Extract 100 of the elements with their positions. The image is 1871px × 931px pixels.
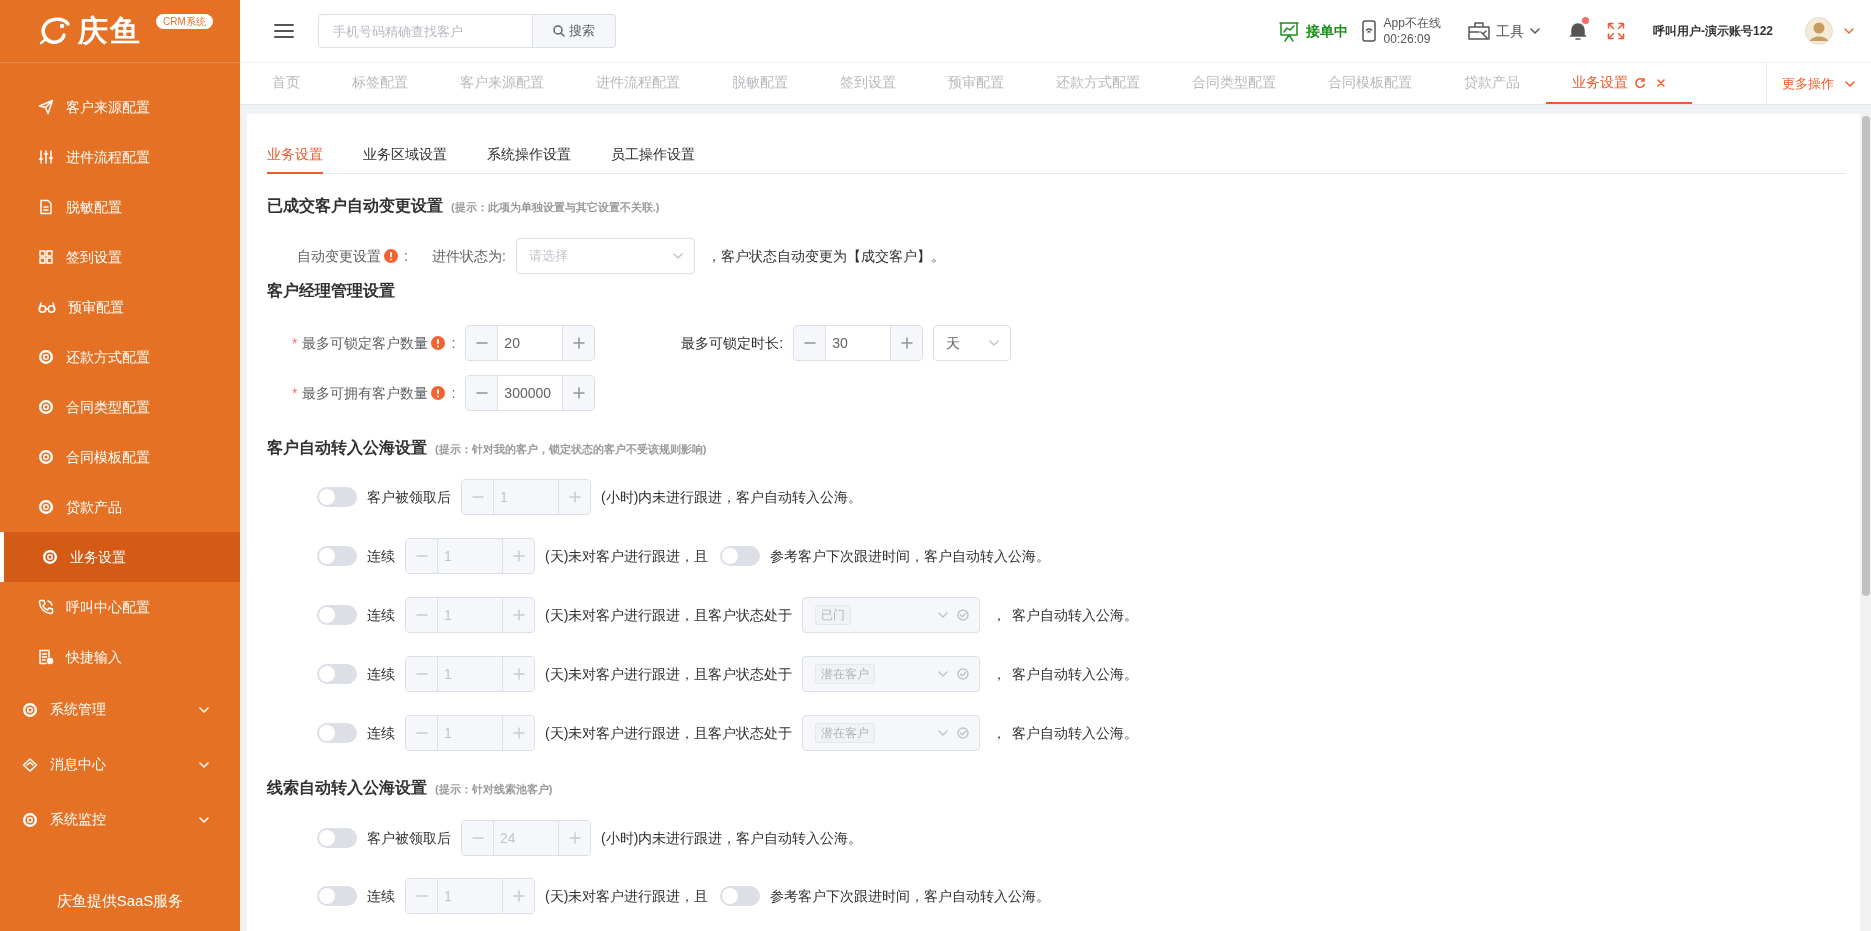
- avatar[interactable]: [1805, 17, 1833, 45]
- rule-text: 进件状态为:: [431, 246, 506, 266]
- section-hint: (提示：此项为单独设置与其它设置不关联.): [451, 200, 660, 215]
- tools-menu[interactable]: 工具: [1466, 20, 1541, 42]
- plus-icon: [511, 889, 526, 903]
- section-title: 客户自动转入公海设置: [267, 438, 427, 458]
- rule-text: ，: [992, 605, 1007, 625]
- number-stepper[interactable]: 20: [465, 325, 596, 361]
- page-tab[interactable]: 脱敏配置: [706, 63, 814, 104]
- rule-text: (天)未对客户进行跟进，且: [545, 886, 709, 906]
- more-actions-button[interactable]: 更多操作: [1766, 63, 1871, 104]
- page-tab[interactable]: 客户来源配置: [434, 63, 570, 104]
- order-status[interactable]: 接单中: [1277, 20, 1348, 42]
- settings-tab[interactable]: 员工操作设置: [611, 144, 695, 174]
- section-hint: (提示：针对线索池客户): [435, 782, 553, 797]
- plus-icon: [511, 608, 526, 622]
- sidebar-item[interactable]: 客户来源配置: [0, 82, 240, 132]
- rule-text: 客户自动转入公海。: [1012, 723, 1139, 743]
- toggle-switch[interactable]: [317, 605, 357, 625]
- number-stepper[interactable]: 30: [793, 325, 924, 361]
- required-mark: *: [292, 383, 298, 403]
- sidebar-item[interactable]: 进件流程配置: [0, 132, 240, 182]
- rule-text: 连续: [367, 605, 395, 625]
- sidebar-item[interactable]: 呼叫中心配置: [0, 582, 240, 632]
- gear-icon: [42, 549, 58, 565]
- grid-icon: [38, 249, 54, 265]
- toggle-switch[interactable]: [317, 487, 357, 507]
- decrement-button[interactable]: [466, 326, 499, 360]
- gear-icon: [38, 449, 54, 465]
- chevron-down-icon: [937, 727, 950, 739]
- increment-button[interactable]: [890, 326, 923, 360]
- page-tab[interactable]: 合同模板配置: [1302, 63, 1438, 104]
- plus-icon: [567, 490, 582, 504]
- sidebar-item[interactable]: 业务设置: [0, 532, 240, 582]
- toggle-switch[interactable]: [317, 664, 357, 684]
- chevron-down-icon: [988, 337, 1001, 349]
- rule-text: (天)未对客户进行跟进，且: [545, 546, 709, 566]
- page-tab[interactable]: 业务设置: [1546, 63, 1692, 104]
- page-tab[interactable]: 签到设置: [814, 63, 922, 104]
- sidebar-group[interactable]: 消息中心: [0, 737, 240, 792]
- selected-tag: 潜在客户: [815, 664, 876, 684]
- search-button[interactable]: 搜索: [533, 14, 616, 48]
- sidebar-item[interactable]: 合同类型配置: [0, 382, 240, 432]
- label-colon: :: [451, 333, 456, 353]
- plus-icon: [511, 667, 526, 681]
- label-colon: :: [404, 246, 408, 266]
- toggle-switch[interactable]: [317, 546, 357, 566]
- page-tab[interactable]: 首页: [246, 63, 326, 104]
- sidebar-item[interactable]: 贷款产品: [0, 482, 240, 532]
- settings-tab[interactable]: 系统操作设置: [487, 144, 571, 174]
- document-gear-icon: [38, 649, 54, 665]
- decrement-button[interactable]: [466, 376, 499, 410]
- send-icon: [38, 99, 54, 115]
- rule-text: 客户被领取后: [367, 487, 451, 507]
- page-tab[interactable]: 合同类型配置: [1166, 63, 1302, 104]
- field-label: 自动变更设置: [297, 246, 381, 266]
- sidebar-group[interactable]: 系统监控: [0, 792, 240, 847]
- increment-button[interactable]: [562, 326, 595, 360]
- sidebar-group[interactable]: 系统管理: [0, 682, 240, 737]
- rule-text: ，: [992, 723, 1007, 743]
- settings-tab[interactable]: 业务设置: [267, 144, 323, 174]
- page-tab[interactable]: 进件流程配置: [570, 63, 706, 104]
- page-tab[interactable]: 还款方式配置: [1030, 63, 1166, 104]
- number-stepper[interactable]: 300000: [465, 375, 596, 411]
- section-title: 客户经理管理设置: [267, 281, 395, 301]
- gear-icon: [22, 811, 38, 828]
- toggle-switch[interactable]: [317, 723, 357, 743]
- select-field[interactable]: 请选择: [515, 238, 695, 274]
- chevron-down-icon: [937, 668, 950, 680]
- sidebar-item[interactable]: 预审配置: [0, 282, 240, 332]
- rule-text: 连续: [367, 886, 395, 906]
- sidebar-item[interactable]: 快捷输入: [0, 632, 240, 682]
- sidebar-item[interactable]: 合同模板配置: [0, 432, 240, 482]
- sidebar-item[interactable]: 还款方式配置: [0, 332, 240, 382]
- settings-tab[interactable]: 业务区域设置: [363, 144, 447, 174]
- selected-tag: 潜在客户: [815, 723, 876, 743]
- rule-text: (天)未对客户进行跟进，且客户状态处于: [545, 723, 793, 743]
- select-field[interactable]: 天: [933, 325, 1012, 361]
- page-tab[interactable]: 标签配置: [326, 63, 434, 104]
- toggle-switch[interactable]: [317, 828, 357, 848]
- decrement-button[interactable]: [794, 326, 827, 360]
- page-tab[interactable]: 贷款产品: [1438, 63, 1546, 104]
- selected-tag: 已门: [815, 605, 852, 625]
- search-field[interactable]: 手机号码精确查找客户: [318, 14, 533, 48]
- rule-text: (天)未对客户进行跟进，且客户状态处于: [545, 605, 793, 625]
- check-circle-icon: [957, 727, 970, 739]
- scrollbar-thumb[interactable]: [1862, 116, 1870, 596]
- section-title: 已成交客户自动变更设置: [267, 196, 443, 216]
- logo-text: 庆鱼: [78, 16, 142, 46]
- user-name[interactable]: 呼叫用户-演示账号122: [1652, 22, 1773, 40]
- section-title: 线索自动转入公海设置: [267, 778, 427, 798]
- increment-button[interactable]: [562, 376, 595, 410]
- page-tab[interactable]: 预审配置: [922, 63, 1030, 104]
- fullscreen-button[interactable]: [1606, 22, 1625, 40]
- toggle-switch[interactable]: [720, 886, 761, 906]
- toggle-switch[interactable]: [720, 546, 761, 566]
- toggle-switch[interactable]: [317, 886, 357, 906]
- sidebar-item[interactable]: 脱敏配置: [0, 182, 240, 232]
- logo-badge: CRM系统: [156, 14, 213, 29]
- sidebar-item[interactable]: 签到设置: [0, 232, 240, 282]
